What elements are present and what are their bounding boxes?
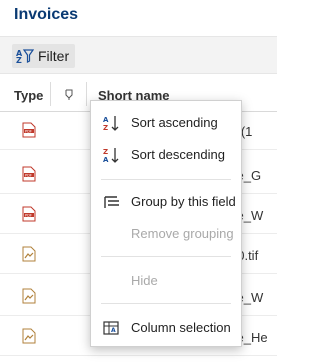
menu-divider — [101, 256, 231, 257]
filter-label: Filter — [38, 48, 70, 64]
svg-text:A: A — [103, 156, 109, 163]
image-file-icon — [22, 288, 36, 309]
svg-text:A: A — [111, 327, 116, 334]
title-bar: Invoices — [0, 0, 277, 36]
pdf-file-icon: PDF — [22, 206, 36, 227]
attachment-icon[interactable] — [64, 88, 76, 106]
page-title: Invoices — [14, 6, 79, 23]
column-selection-icon: A — [103, 320, 121, 341]
menu-item-label: Hide — [131, 273, 158, 288]
filter-button[interactable]: A Z Filter — [12, 44, 76, 68]
column-separator[interactable] — [86, 82, 87, 106]
menu-item-label: Column selection — [131, 320, 231, 335]
menu-item-sort-descending[interactable]: Z A Sort descending — [91, 139, 241, 171]
menu-item-label: Sort descending — [131, 147, 225, 162]
filter-icon: A Z — [16, 48, 34, 64]
menu-item-label: Group by this field — [131, 194, 236, 209]
column-context-menu: A Z Sort ascending Z A Sort descending G… — [90, 100, 242, 347]
sort-descending-icon: Z A — [103, 147, 121, 168]
image-file-icon — [22, 328, 36, 349]
pdf-file-icon: PDF — [22, 122, 36, 143]
menu-item-group-by-field[interactable]: Group by this field — [91, 186, 241, 218]
toolbar: A Z Filter — [0, 36, 277, 74]
menu-divider — [101, 179, 231, 180]
image-file-icon — [22, 246, 36, 267]
menu-item-column-selection[interactable]: A Column selection — [91, 312, 241, 344]
svg-text:A: A — [103, 116, 109, 124]
pdf-file-icon: PDF — [22, 166, 36, 187]
sort-ascending-icon: A Z — [103, 115, 121, 136]
svg-text:Z: Z — [103, 124, 108, 131]
menu-divider — [101, 303, 231, 304]
svg-text:PDF: PDF — [25, 173, 32, 177]
menu-item-remove-grouping[interactable]: Remove grouping — [91, 218, 241, 250]
group-icon — [103, 194, 121, 215]
svg-text:PDF: PDF — [25, 213, 32, 217]
column-separator[interactable] — [50, 82, 51, 106]
menu-item-label: Sort ascending — [131, 115, 218, 130]
svg-text:Z: Z — [16, 56, 22, 64]
column-header-type[interactable]: Type — [14, 88, 43, 103]
menu-item-hide[interactable]: Hide — [91, 265, 241, 297]
svg-text:PDF: PDF — [25, 129, 32, 133]
menu-item-sort-ascending[interactable]: A Z Sort ascending — [91, 107, 241, 139]
svg-text:Z: Z — [103, 148, 108, 156]
menu-item-label: Remove grouping — [131, 226, 234, 241]
